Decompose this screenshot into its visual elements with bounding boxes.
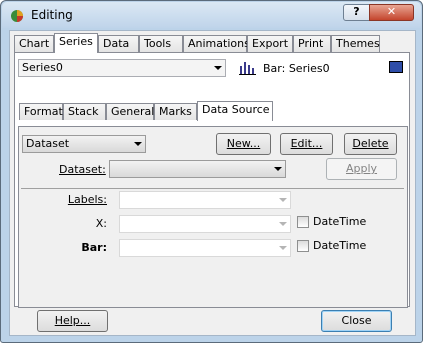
- chevron-down-icon: [274, 167, 282, 171]
- close-button[interactable]: Close: [321, 310, 392, 332]
- labels-label: Labels:: [59, 193, 107, 206]
- apply-button[interactable]: Apply: [326, 158, 397, 180]
- dialog-client: Chart Series Data Tools Animations Expor…: [9, 30, 416, 336]
- chevron-down-icon: [134, 142, 142, 146]
- x-datetime-checkbox[interactable]: [297, 216, 309, 228]
- new-button-label: New...: [226, 137, 261, 150]
- series-page: Series0 Bar: Series0 Format Stack Genera…: [14, 52, 410, 308]
- dataset-label-text: Dataset:: [59, 163, 106, 176]
- app-icon: [11, 10, 23, 22]
- x-datetime-label: DateTime: [313, 215, 367, 228]
- series-color-swatch[interactable]: [389, 61, 403, 73]
- bar-label: Bar:: [81, 241, 107, 254]
- delete-button-label: Delete: [352, 137, 389, 150]
- chevron-down-icon: [279, 198, 287, 202]
- edit-button-label: Edit...: [290, 137, 323, 150]
- tab-themes[interactable]: Themes: [331, 35, 380, 52]
- tab-export[interactable]: Export: [247, 35, 293, 52]
- tab-print[interactable]: Print: [293, 35, 331, 52]
- bar-chart-icon: [239, 62, 256, 75]
- series-select-value: Series0: [22, 61, 63, 74]
- subtab-format[interactable]: Format: [19, 103, 63, 120]
- subtab-stack[interactable]: Stack: [63, 103, 106, 120]
- help-title-button[interactable]: ?: [343, 4, 370, 21]
- tab-tools[interactable]: Tools: [139, 35, 183, 52]
- bar-datetime-checkbox[interactable]: [297, 240, 309, 252]
- series-type-label: Bar: Series0: [263, 62, 330, 75]
- bar-datetime-label: DateTime: [313, 239, 367, 252]
- labels-select[interactable]: [119, 191, 291, 209]
- labels-label-text: Labels:: [67, 193, 107, 206]
- chevron-down-icon: [214, 66, 222, 70]
- tab-data[interactable]: Data: [98, 35, 139, 52]
- dataset-area: Dataset New... Edit... Delete Dataset: A…: [21, 129, 405, 185]
- help-button-label: Help...: [54, 314, 91, 327]
- title-bar: Editing ? ✕: [2, 2, 421, 28]
- new-button[interactable]: New...: [216, 133, 271, 155]
- series-select[interactable]: Series0: [18, 59, 226, 77]
- tab-animations[interactable]: Animations: [183, 35, 250, 52]
- tab-chart[interactable]: Chart: [14, 35, 54, 52]
- separator: [21, 188, 404, 189]
- subtab-marks[interactable]: Marks: [154, 103, 197, 120]
- source-select-value: Dataset: [26, 137, 70, 150]
- source-select[interactable]: Dataset: [22, 135, 146, 153]
- dialog-footer: Help... Close: [10, 310, 415, 335]
- tab-series[interactable]: Series: [54, 33, 98, 53]
- help-button[interactable]: Help...: [37, 310, 108, 332]
- dataset-select[interactable]: [109, 160, 286, 178]
- close-title-button[interactable]: ✕: [369, 4, 414, 21]
- bar-select[interactable]: [119, 239, 291, 257]
- editing-window: Editing ? ✕ Chart Series Data Tools Anim…: [0, 0, 423, 343]
- delete-button[interactable]: Delete: [344, 133, 397, 155]
- window-title: Editing: [31, 8, 73, 22]
- chevron-down-icon: [279, 246, 287, 250]
- x-label: X:: [95, 217, 107, 230]
- apply-button-label: Apply: [345, 162, 378, 175]
- dataset-label: Dataset:: [41, 163, 119, 176]
- x-select[interactable]: [119, 215, 291, 233]
- edit-button[interactable]: Edit...: [280, 133, 333, 155]
- data-source-panel: Dataset New... Edit... Delete Dataset: A…: [18, 126, 408, 308]
- subtab-general[interactable]: General: [106, 103, 154, 120]
- chevron-down-icon: [279, 222, 287, 226]
- subtab-data-source[interactable]: Data Source: [197, 101, 273, 121]
